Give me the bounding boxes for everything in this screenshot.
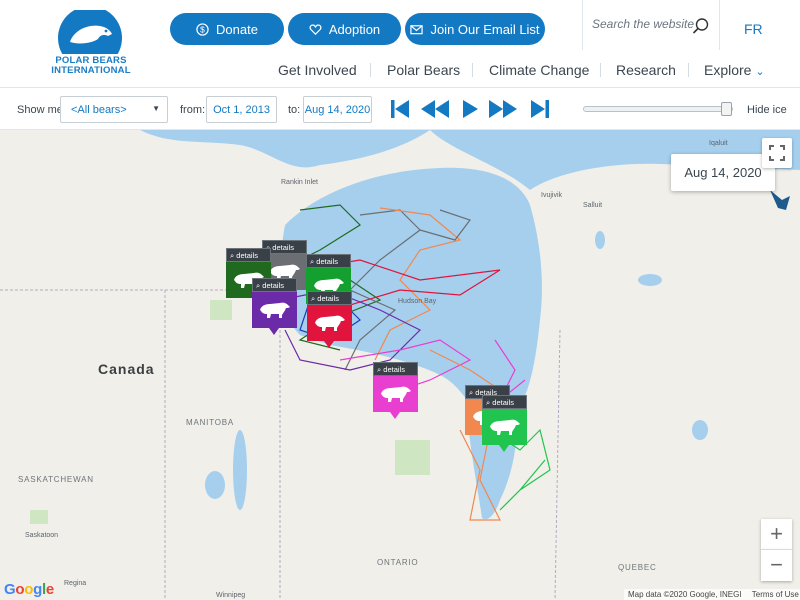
caret-down-icon: ▼	[152, 104, 160, 113]
zoom-out-button[interactable]: −	[761, 550, 792, 581]
polar-bear-icon	[315, 315, 345, 331]
email-label: Join Our Email List	[430, 21, 540, 37]
nav-divider	[600, 63, 601, 77]
details-button[interactable]: ⌕ details	[226, 248, 271, 262]
adoption-button[interactable]: Adoption	[288, 13, 401, 45]
show-me-label: Show me	[17, 104, 63, 116]
google-logo-letter: g	[33, 581, 42, 598]
fullscreen-button[interactable]	[762, 138, 792, 168]
skip-to-start-icon[interactable]	[388, 98, 412, 120]
polar-bear-icon	[381, 386, 411, 402]
rewind-icon[interactable]	[420, 98, 450, 120]
language-toggle[interactable]: FR	[744, 21, 763, 37]
join-email-list-button[interactable]: Join Our Email List	[405, 13, 545, 45]
map-attribution: Map data ©2020 Google, INEGI Terms of Us…	[624, 589, 800, 600]
chevron-down-icon: ⌄	[755, 66, 765, 78]
marker-pointer	[324, 341, 334, 348]
bear-marker-purple[interactable]: ⌕ details	[252, 278, 297, 335]
details-button[interactable]: ⌕ details	[252, 278, 297, 292]
google-logo-letter: o	[15, 581, 25, 598]
bear-marker-lime[interactable]: ⌕ details	[482, 395, 527, 452]
adoption-label: Adoption	[328, 21, 381, 37]
bear-marker-body	[307, 305, 352, 341]
bear-marker-body	[482, 409, 527, 445]
place-saskatchewan: SASKATCHEWAN	[18, 475, 94, 484]
logo-text: POLAR BEARS INTERNATIONAL	[51, 55, 131, 76]
hide-ice-link[interactable]: Hide ice	[747, 104, 787, 116]
place-salluit: Salluit	[583, 202, 603, 209]
place-manitoba: MANITOBA	[186, 418, 235, 427]
place-canada: Canada	[98, 361, 155, 377]
place-quebec: QUEBEC	[618, 563, 657, 572]
google-logo[interactable]: Google	[4, 581, 54, 598]
marker-pointer	[390, 412, 400, 419]
place-ontario: ONTARIO	[377, 558, 419, 567]
to-date-input[interactable]: Aug 14, 2020	[303, 96, 372, 123]
marker-pointer	[499, 445, 509, 452]
place-regina: Regina	[64, 580, 87, 587]
play-icon[interactable]	[458, 98, 482, 120]
svg-text:$: $	[200, 24, 205, 34]
marker-pointer	[269, 328, 279, 335]
bear-marker-body	[373, 376, 418, 412]
nav-divider	[370, 63, 371, 77]
place-ivujivik: Ivujivik	[541, 192, 563, 199]
nav-divider	[472, 63, 473, 77]
terms-of-use-link[interactable]: Terms of Use	[752, 590, 799, 599]
search-placeholder: Search the website	[592, 17, 695, 31]
nav-explore[interactable]: Explore ⌄	[704, 62, 765, 78]
details-button[interactable]: ⌕ details	[307, 291, 352, 305]
place-winnipeg: Winnipeg	[216, 592, 246, 599]
fast-forward-icon[interactable]	[488, 98, 518, 120]
nav-explore-label: Explore	[704, 62, 752, 78]
bear-marker-body	[252, 292, 297, 328]
envelope-icon	[410, 24, 424, 34]
nav-divider	[688, 63, 689, 77]
ice-slider-handle[interactable]	[720, 102, 732, 116]
from-date-input[interactable]: Oct 1, 2013	[206, 96, 277, 123]
search-input[interactable]: Search the website	[582, 0, 720, 50]
google-logo-letter: o	[24, 581, 34, 598]
place-iqaluit: Iqaluit	[709, 140, 728, 147]
ice-opacity-slider[interactable]	[583, 106, 733, 112]
donate-label: Donate	[216, 21, 258, 37]
details-button[interactable]: ⌕ details	[306, 254, 351, 268]
skip-to-end-icon[interactable]	[528, 98, 552, 120]
dollar-icon: $	[196, 22, 209, 36]
details-button[interactable]: ⌕ details	[482, 395, 527, 409]
search-icon[interactable]	[692, 17, 710, 35]
fullscreen-icon	[769, 145, 785, 161]
heart-icon	[309, 23, 322, 35]
details-button[interactable]: ⌕ details	[373, 362, 418, 376]
nav-get-involved[interactable]: Get Involved	[278, 62, 357, 78]
google-logo-letter: G	[4, 581, 16, 598]
from-label: from:	[180, 104, 206, 116]
nav-polar-bears[interactable]: Polar Bears	[387, 62, 460, 78]
place-rankin-inlet: Rankin Inlet	[281, 179, 318, 186]
zoom-in-button[interactable]: +	[761, 519, 792, 550]
nav-climate-change[interactable]: Climate Change	[489, 62, 589, 78]
bear-select-value: <All bears>	[71, 104, 127, 116]
bear-tracker-map[interactable]: Rankin Inlet Iqaluit Ivujivik Salluit Hu…	[0, 130, 800, 600]
to-label: to:	[288, 104, 301, 116]
nav-research[interactable]: Research	[616, 62, 676, 78]
place-saskatoon: Saskatoon	[25, 532, 59, 539]
site-header: POLAR BEARS INTERNATIONAL $ Donate Adopt…	[0, 0, 800, 88]
bear-select[interactable]: <All bears> ▼	[60, 96, 168, 123]
current-date-display: Aug 14, 2020	[671, 154, 775, 191]
bear-marker-pink[interactable]: ⌕ details	[373, 362, 418, 419]
polar-bear-icon	[260, 302, 290, 318]
donate-button[interactable]: $ Donate	[170, 13, 284, 45]
google-logo-letter: e	[45, 581, 54, 598]
bear-marker-red[interactable]: ⌕ details	[307, 291, 352, 348]
place-hudson-bay: Hudson Bay	[398, 298, 437, 305]
attribution-text: Map data ©2020 Google, INEGI	[628, 590, 742, 599]
polar-bear-icon	[490, 419, 520, 435]
